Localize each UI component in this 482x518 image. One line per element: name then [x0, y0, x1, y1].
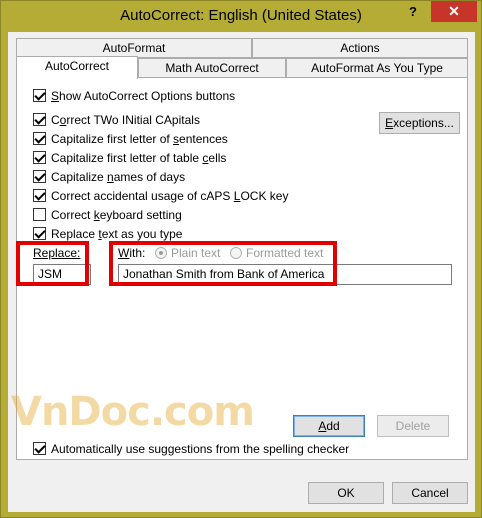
checkbox-box [33, 227, 46, 240]
with-highlight-box [109, 241, 337, 286]
checkbox-box [33, 442, 46, 455]
tab-autocorrect[interactable]: AutoCorrect [16, 56, 138, 79]
tab-actions[interactable]: Actions [252, 38, 468, 58]
close-button[interactable]: ✕ [431, 1, 477, 22]
capitalize-table-cells-checkbox[interactable]: Capitalize first letter of table cells [33, 151, 226, 167]
checkbox-box [33, 189, 46, 202]
spelling-suggestions-checkbox[interactable]: Automatically use suggestions from the s… [33, 442, 349, 458]
tab-autoformat[interactable]: AutoFormat [16, 38, 252, 58]
checkbox-box [33, 151, 46, 164]
dialog-client-area: AutoFormat Actions AutoCorrect Math Auto… [8, 32, 475, 512]
watermark-logo: VnDoc.com [11, 389, 255, 435]
checkbox-box [33, 208, 46, 221]
checkbox-box [33, 89, 46, 102]
checkbox-box [33, 113, 46, 126]
capitalize-sentences-checkbox[interactable]: Capitalize first letter of sentences [33, 132, 228, 148]
keyboard-setting-checkbox[interactable]: Correct keyboard setting [33, 208, 182, 224]
caps-lock-checkbox[interactable]: Correct accidental usage of cAPS LOCK ke… [33, 189, 288, 205]
exceptions-button[interactable]: Exceptions... [379, 112, 460, 134]
checkbox-box [33, 170, 46, 183]
autocorrect-dialog: AutoCorrect: English (United States) ? ✕… [0, 0, 482, 518]
correct-two-initials-checkbox[interactable]: Correct TWo INitial CApitals [33, 113, 200, 129]
cancel-button[interactable]: Cancel [392, 482, 468, 504]
checkbox-box [33, 132, 46, 145]
show-options-checkbox[interactable]: Show AutoCorrect Options buttons [33, 89, 235, 105]
tab-math-autocorrect[interactable]: Math AutoCorrect [138, 58, 286, 78]
capitalize-days-checkbox[interactable]: Capitalize names of days [33, 170, 185, 186]
delete-button[interactable]: Delete [377, 415, 449, 437]
add-button[interactable]: Add [293, 415, 365, 437]
tab-autoformat-as-you-type[interactable]: AutoFormat As You Type [286, 58, 468, 78]
replace-highlight-box [16, 241, 89, 286]
help-icon[interactable]: ? [403, 4, 423, 24]
title-bar[interactable]: AutoCorrect: English (United States) ? ✕ [1, 1, 481, 33]
ok-button[interactable]: OK [308, 482, 384, 504]
